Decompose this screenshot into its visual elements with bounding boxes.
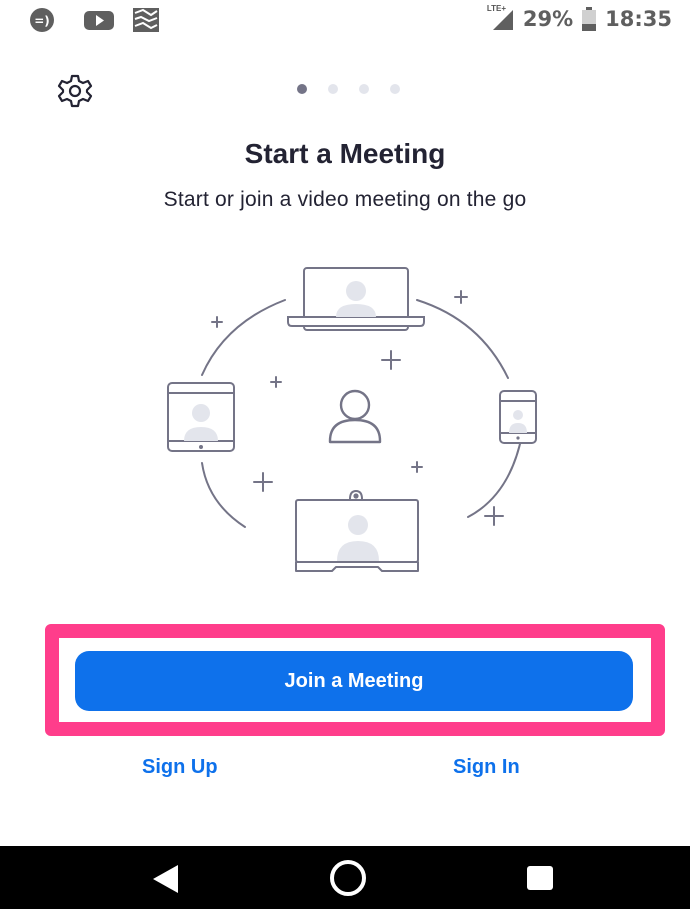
join-meeting-button[interactable]: Join a Meeting (75, 651, 633, 711)
back-icon[interactable] (150, 863, 182, 895)
sign-up-link[interactable]: Sign Up (142, 756, 218, 779)
clock: 18:35 (605, 7, 672, 31)
page-dot-1 (297, 84, 307, 94)
page-title: Start a Meeting (244, 138, 446, 169)
youtube-icon (84, 11, 114, 30)
user-avatar-icon (328, 389, 382, 444)
messaging-icon: =) (30, 8, 54, 32)
status-right: LTE+ 29% 18:35 (487, 4, 672, 34)
phone-device (499, 390, 537, 444)
battery-percent: 29% (522, 7, 574, 31)
sign-in-link[interactable]: Sign In (453, 756, 520, 779)
page-dot-2 (328, 84, 338, 94)
page-indicator (297, 84, 400, 94)
page-subtitle: Start or join a video meeting on the go (163, 188, 527, 211)
status-bar: =) LTE+ 29% 18:35 (0, 0, 690, 40)
page-dot-4 (390, 84, 400, 94)
navigation-bar (0, 846, 690, 909)
gallery-icon (133, 8, 159, 32)
recent-apps-icon[interactable] (527, 866, 553, 890)
page-dot-3 (359, 84, 369, 94)
tablet-device (167, 382, 235, 452)
battery-icon (582, 7, 597, 31)
home-icon[interactable] (330, 860, 366, 896)
laptop-device (287, 267, 425, 331)
signal-icon: LTE+ (487, 4, 515, 32)
gear-icon[interactable] (57, 73, 93, 109)
video-meeting-illustration (167, 267, 537, 572)
room-system-device (295, 489, 419, 572)
svg-text:=): =) (34, 14, 50, 28)
